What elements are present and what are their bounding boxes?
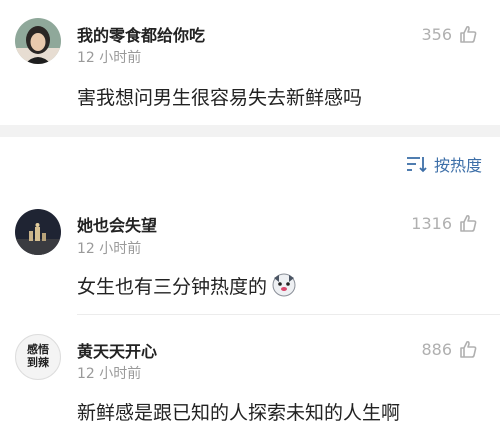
like-count: 1316	[411, 213, 452, 233]
avatar[interactable]: 感悟到辣	[15, 334, 61, 380]
sort-icon	[406, 157, 427, 173]
thumbs-up-icon	[460, 25, 477, 43]
comment-text: 害我想问男生很容易失去新鲜感吗	[77, 87, 363, 109]
username[interactable]: 她也会失望	[77, 212, 157, 236]
avatar-sticker-text: 感悟到辣	[27, 343, 49, 369]
username[interactable]: 黄天天开心	[77, 338, 157, 362]
comment-text: 新鲜感是跟已知的人探索未知的人生啊	[77, 402, 401, 424]
like-count: 886	[421, 339, 452, 359]
sort-label: 按热度	[433, 156, 482, 175]
like-button[interactable]: 886	[421, 339, 478, 359]
username[interactable]: 我的零食都给你吃	[77, 22, 205, 46]
thumbs-up-icon	[460, 214, 477, 232]
comment-text: 女生也有三分钟热度的	[77, 272, 297, 303]
like-button[interactable]: 356	[421, 24, 478, 44]
comment-separator	[77, 314, 500, 315]
thumbs-up-icon	[460, 340, 477, 358]
avatar[interactable]	[15, 209, 61, 255]
sort-button[interactable]: 按热度	[406, 152, 482, 176]
timestamp: 12 小时前	[77, 50, 142, 66]
timestamp: 12 小时前	[77, 366, 142, 382]
like-button[interactable]: 1316	[411, 213, 478, 233]
avatar[interactable]	[15, 18, 61, 64]
dog-face-emoji	[271, 272, 297, 303]
section-divider	[0, 125, 500, 137]
like-count: 356	[421, 24, 452, 44]
comment-text-content: 女生也有三分钟热度的	[77, 276, 268, 298]
timestamp: 12 小时前	[77, 241, 142, 257]
